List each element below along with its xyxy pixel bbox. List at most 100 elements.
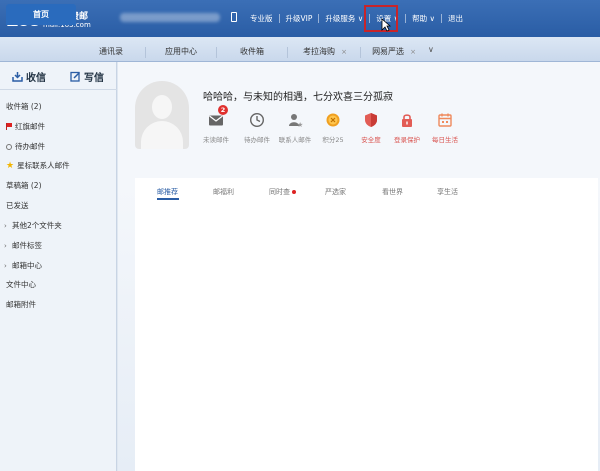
folder-label: 待办邮件 xyxy=(15,142,45,151)
chevron-right-icon: › xyxy=(4,241,7,250)
tab-label: 收件箱 xyxy=(240,47,264,56)
stat-points[interactable]: 积分25 xyxy=(316,112,350,144)
account-name-blurred[interactable] xyxy=(120,13,220,22)
tab-kaola[interactable]: 考拉海购 × xyxy=(291,41,359,62)
upgrade-vip-link[interactable]: 升级VIP xyxy=(280,13,319,24)
write-icon xyxy=(70,71,81,82)
receive-button[interactable]: 收信 xyxy=(12,69,46,84)
folder-drafts[interactable]: 草稿箱 (2) xyxy=(6,180,42,191)
avatar-body xyxy=(141,121,183,149)
content-tab-yanxuan[interactable]: 严选家 xyxy=(325,187,346,197)
mobile-icon[interactable] xyxy=(231,12,237,22)
tab-label: 通讯录 xyxy=(99,47,123,56)
stat-label: 积分25 xyxy=(322,136,344,144)
top-links: 专业版 升级VIP 升级服务 ∨ 设置 ∨ 帮助 ∨ 退出 xyxy=(244,13,469,24)
content-tab-benefits[interactable]: 邮福利 xyxy=(213,187,234,197)
new-dot-icon xyxy=(292,190,296,194)
chevron-right-icon: › xyxy=(4,221,7,230)
folder-label: 邮箱中心 xyxy=(12,261,42,270)
top-header: 163 网易免费邮 mail.163.com 专业版 升级VIP 升级服务 ∨ … xyxy=(0,0,600,37)
content-tab-recommend[interactable]: 邮推荐 xyxy=(157,187,178,197)
upgrade-service-link[interactable]: 升级服务 ∨ xyxy=(319,13,369,24)
tab-yanxuan[interactable]: 网易严选 × xyxy=(363,41,425,62)
tab-label: 首页 xyxy=(33,10,49,19)
logout-link[interactable]: 退出 xyxy=(442,13,469,24)
star-icon: ★ xyxy=(6,160,15,171)
content-tab-check-label: 同时查 xyxy=(269,188,290,196)
receive-icon xyxy=(12,72,23,82)
write-button[interactable]: 写信 xyxy=(70,69,104,84)
svg-text:★: ★ xyxy=(297,121,303,128)
red-flag-icon xyxy=(6,123,12,130)
stat-unread[interactable]: 2 未读邮件 xyxy=(199,105,233,144)
stat-todo[interactable]: 待办邮件 xyxy=(240,112,274,144)
unread-badge: 2 xyxy=(218,105,228,115)
stat-label: 登录保护 xyxy=(394,136,420,144)
stat-label: 未读邮件 xyxy=(203,136,229,144)
folder-label: 收件箱 (2) xyxy=(6,102,42,111)
tab-label: 考拉海购 xyxy=(303,47,336,56)
folder-label: 邮件标签 xyxy=(12,241,42,250)
greeting-text: 哈哈哈，与未知的相遇，七分欢喜三分孤寂 xyxy=(203,92,393,103)
folder-label: 星标联系人邮件 xyxy=(17,161,70,170)
folder-attachments[interactable]: 邮箱附件 xyxy=(6,299,36,310)
close-icon[interactable]: × xyxy=(410,48,416,56)
folder-label: 草稿箱 (2) xyxy=(6,181,42,190)
stat-login-protect[interactable]: 登录保护 xyxy=(390,112,424,144)
content-card xyxy=(135,178,598,471)
compose-row: 收信 写信 xyxy=(0,69,117,89)
folder-mail-center[interactable]: › 邮箱中心 xyxy=(4,260,42,271)
folder-todo[interactable]: 待办邮件 xyxy=(6,141,45,152)
clock-icon xyxy=(249,112,265,128)
divider xyxy=(216,47,217,58)
stat-label: 待办邮件 xyxy=(244,136,270,144)
folder-label: 邮箱附件 xyxy=(6,300,36,309)
folder-label: 其他2个文件夹 xyxy=(12,221,62,230)
chevron-right-icon: › xyxy=(4,261,7,270)
divider xyxy=(0,89,117,90)
folder-starred-contacts[interactable]: ★ 星标联系人邮件 xyxy=(6,160,70,171)
folder-file-center[interactable]: 文件中心 xyxy=(6,279,36,290)
stat-contacts-mail[interactable]: ★ 联系人邮件 xyxy=(277,112,313,144)
receive-label: 收信 xyxy=(26,73,46,84)
pro-version-link[interactable]: 专业版 xyxy=(244,13,279,24)
lock-icon xyxy=(399,112,415,128)
folder-inbox[interactable]: 收件箱 (2) xyxy=(6,101,42,112)
tab-label: 应用中心 xyxy=(165,47,197,56)
content-tab-check[interactable]: 同时查 xyxy=(269,187,296,197)
stat-security[interactable]: 安全度 xyxy=(354,112,388,144)
active-tab-underline xyxy=(157,198,179,200)
folder-other[interactable]: › 其他2个文件夹 xyxy=(4,220,62,231)
stat-label: 安全度 xyxy=(361,136,381,144)
stat-label: 每日生活 xyxy=(432,136,458,144)
tab-home[interactable]: 首页 xyxy=(6,4,76,25)
contact-star-icon: ★ xyxy=(287,112,303,129)
help-link[interactable]: 帮助 ∨ xyxy=(406,13,441,24)
folder-label: 已发送 xyxy=(6,201,29,210)
shield-icon xyxy=(363,112,379,128)
folder-flagged[interactable]: 红旗邮件 xyxy=(6,121,45,132)
tab-inbox[interactable]: 收件箱 xyxy=(219,41,285,62)
content-tab-life[interactable]: 享生活 xyxy=(437,187,458,197)
divider xyxy=(360,47,361,58)
stat-label: 联系人邮件 xyxy=(278,136,312,144)
envelope-icon: 2 xyxy=(208,105,228,128)
tab-contacts[interactable]: 通讯录 xyxy=(78,41,144,62)
content-tab-world[interactable]: 看世界 xyxy=(382,187,403,197)
folder-label: 文件中心 xyxy=(6,280,36,289)
folder-sent[interactable]: 已发送 xyxy=(6,200,29,211)
write-label: 写信 xyxy=(84,73,104,84)
tab-label: 网易严选 xyxy=(372,47,405,56)
tab-app-center[interactable]: 应用中心 xyxy=(148,41,214,62)
avatar-head xyxy=(152,95,172,119)
folder-label: 红旗邮件 xyxy=(15,122,45,131)
divider xyxy=(287,47,288,58)
stat-daily-life[interactable]: 每日生活 xyxy=(428,112,462,144)
avatar[interactable] xyxy=(135,81,189,149)
mouse-cursor-icon xyxy=(381,18,391,32)
folder-tags[interactable]: › 邮件标签 xyxy=(4,240,42,251)
tab-more-chevron-icon[interactable]: ∨ xyxy=(428,45,434,54)
close-icon[interactable]: × xyxy=(341,48,347,56)
divider xyxy=(145,47,146,58)
clock-icon xyxy=(6,143,12,150)
